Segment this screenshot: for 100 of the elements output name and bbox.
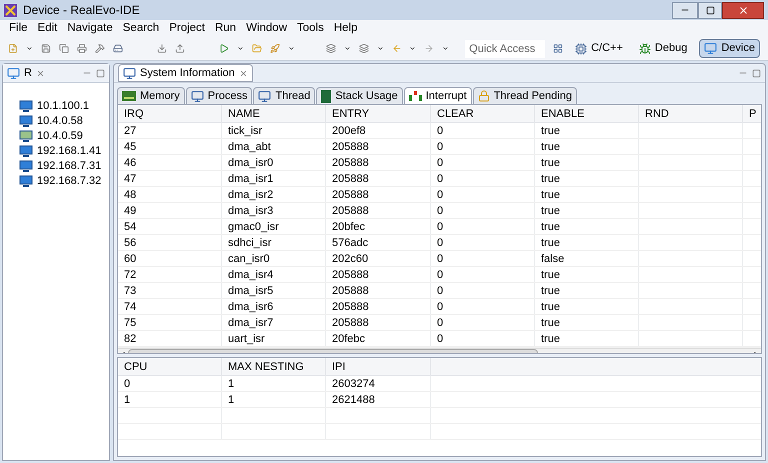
column-header[interactable]: CLEAR — [431, 105, 535, 122]
table-cell: 48 — [124, 189, 136, 201]
new-file-icon[interactable] — [8, 42, 18, 55]
open-perspective-icon[interactable] — [553, 42, 564, 55]
host-item[interactable]: 10.4.0.59 — [37, 128, 83, 145]
table-cell: 0 — [437, 301, 444, 313]
chip-icon — [575, 42, 588, 54]
host-item[interactable]: 192.168.7.31 — [37, 158, 102, 175]
computer-icon — [19, 175, 33, 188]
table-cell: 49 — [124, 205, 136, 217]
view-title[interactable]: R — [24, 64, 32, 82]
quick-access-field[interactable]: Quick Access — [465, 40, 546, 58]
tab[interactable]: Memory — [117, 87, 185, 104]
table-cell: 56 — [124, 237, 136, 249]
table-cell: 1 — [124, 394, 130, 406]
table-cell: 0 — [437, 189, 444, 201]
column-header[interactable]: NAME — [222, 105, 326, 122]
computer-icon — [19, 100, 33, 113]
table-cell: 205888 — [332, 285, 369, 297]
table-cell: 0 — [437, 237, 444, 249]
table-cell: 0 — [437, 125, 444, 137]
table-cell: 46 — [124, 157, 136, 169]
column-header[interactable]: P — [743, 105, 761, 122]
table-cell: 200ef8 — [332, 125, 366, 137]
host-item[interactable]: 192.168.1.41 — [37, 143, 102, 160]
table-cell: sdhci_isr — [228, 237, 272, 249]
close-icon — [738, 4, 748, 16]
menu-item[interactable]: Tools — [292, 20, 329, 38]
table-cell: 20febc — [332, 333, 366, 345]
table-cell: 74 — [124, 301, 136, 313]
copy-icon[interactable] — [58, 42, 69, 55]
table-cell: 0 — [437, 173, 444, 185]
drive-icon[interactable] — [112, 42, 122, 55]
menu-item[interactable]: Edit — [32, 20, 62, 38]
tab[interactable]: Thread — [253, 87, 316, 104]
table-cell: 2621488 — [332, 394, 375, 406]
interrupt-icon — [408, 90, 422, 102]
table-cell: dma_isr5 — [228, 285, 274, 297]
table-cell: 47 — [124, 173, 136, 185]
table-cell: true — [541, 317, 560, 329]
maximize-icon[interactable] — [96, 68, 105, 78]
close-icon[interactable] — [36, 68, 45, 78]
maximize-button[interactable] — [698, 2, 722, 18]
maximize-icon[interactable] — [752, 68, 761, 78]
upload-icon[interactable] — [174, 42, 185, 55]
column-header[interactable]: RND — [639, 105, 743, 122]
column-header[interactable]: CPU — [118, 358, 222, 375]
column-header[interactable]: ENTRY — [326, 105, 431, 122]
menu-item[interactable]: Run — [210, 20, 242, 38]
tab[interactable]: Thread Pending — [472, 87, 577, 104]
perspective-button[interactable]: C/C++ — [571, 39, 627, 58]
table-cell: true — [541, 333, 560, 345]
tab[interactable]: Process — [186, 87, 252, 104]
column-header[interactable]: IPI — [326, 358, 431, 375]
column-header[interactable]: ENABLE — [535, 105, 639, 122]
menu-item[interactable]: Project — [164, 20, 210, 38]
close-button[interactable] — [722, 2, 764, 18]
tab[interactable]: Interrupt — [404, 87, 472, 104]
table-cell: dma_isr6 — [228, 301, 274, 313]
column-header[interactable]: IRQ — [118, 105, 222, 122]
layers-icon[interactable] — [358, 42, 369, 55]
table-cell: uart_isr — [228, 333, 265, 345]
app-logo-icon — [4, 4, 17, 16]
menu-item[interactable]: Window — [241, 20, 292, 38]
table-cell: 205888 — [332, 205, 369, 217]
host-item[interactable]: 10.4.0.58 — [37, 113, 83, 130]
save-icon[interactable] — [40, 42, 51, 55]
computer-icon — [19, 115, 33, 128]
hammer-icon[interactable] — [94, 42, 105, 55]
table-cell: 205888 — [332, 157, 369, 169]
menu-item[interactable]: Navigate — [62, 20, 118, 38]
computer-icon — [19, 130, 33, 143]
run-icon[interactable] — [219, 42, 229, 55]
menu-item[interactable]: Help — [328, 20, 363, 38]
table-cell: dma_isr2 — [228, 189, 274, 201]
menu-item[interactable]: File — [4, 20, 33, 38]
table-cell: 72 — [124, 269, 136, 281]
menu-item[interactable]: Search — [118, 20, 164, 38]
rocket-icon[interactable] — [270, 42, 280, 55]
table-cell: false — [541, 253, 564, 265]
host-item[interactable]: 192.168.7.32 — [37, 173, 102, 190]
print-icon[interactable] — [76, 42, 87, 55]
monitor-icon — [258, 90, 272, 102]
table-cell: true — [541, 157, 560, 169]
host-item[interactable]: 10.1.100.1 — [37, 98, 89, 115]
table-cell: 0 — [124, 378, 130, 390]
perspective-button[interactable]: Device — [699, 39, 760, 58]
close-icon[interactable] — [238, 68, 248, 78]
layers-icon[interactable] — [326, 42, 336, 55]
table-cell: 54 — [124, 221, 136, 233]
computer-icon — [19, 145, 33, 158]
download-icon[interactable] — [156, 42, 167, 55]
monitor-icon — [123, 66, 136, 80]
table-cell: 0 — [437, 221, 444, 233]
column-header[interactable]: MAX NESTING — [222, 358, 326, 375]
perspective-button[interactable]: Debug — [634, 39, 692, 58]
table-cell: 82 — [124, 333, 136, 345]
bug-icon — [638, 42, 651, 54]
folder-icon[interactable] — [252, 42, 262, 55]
tab[interactable]: Stack Usage — [316, 87, 403, 104]
